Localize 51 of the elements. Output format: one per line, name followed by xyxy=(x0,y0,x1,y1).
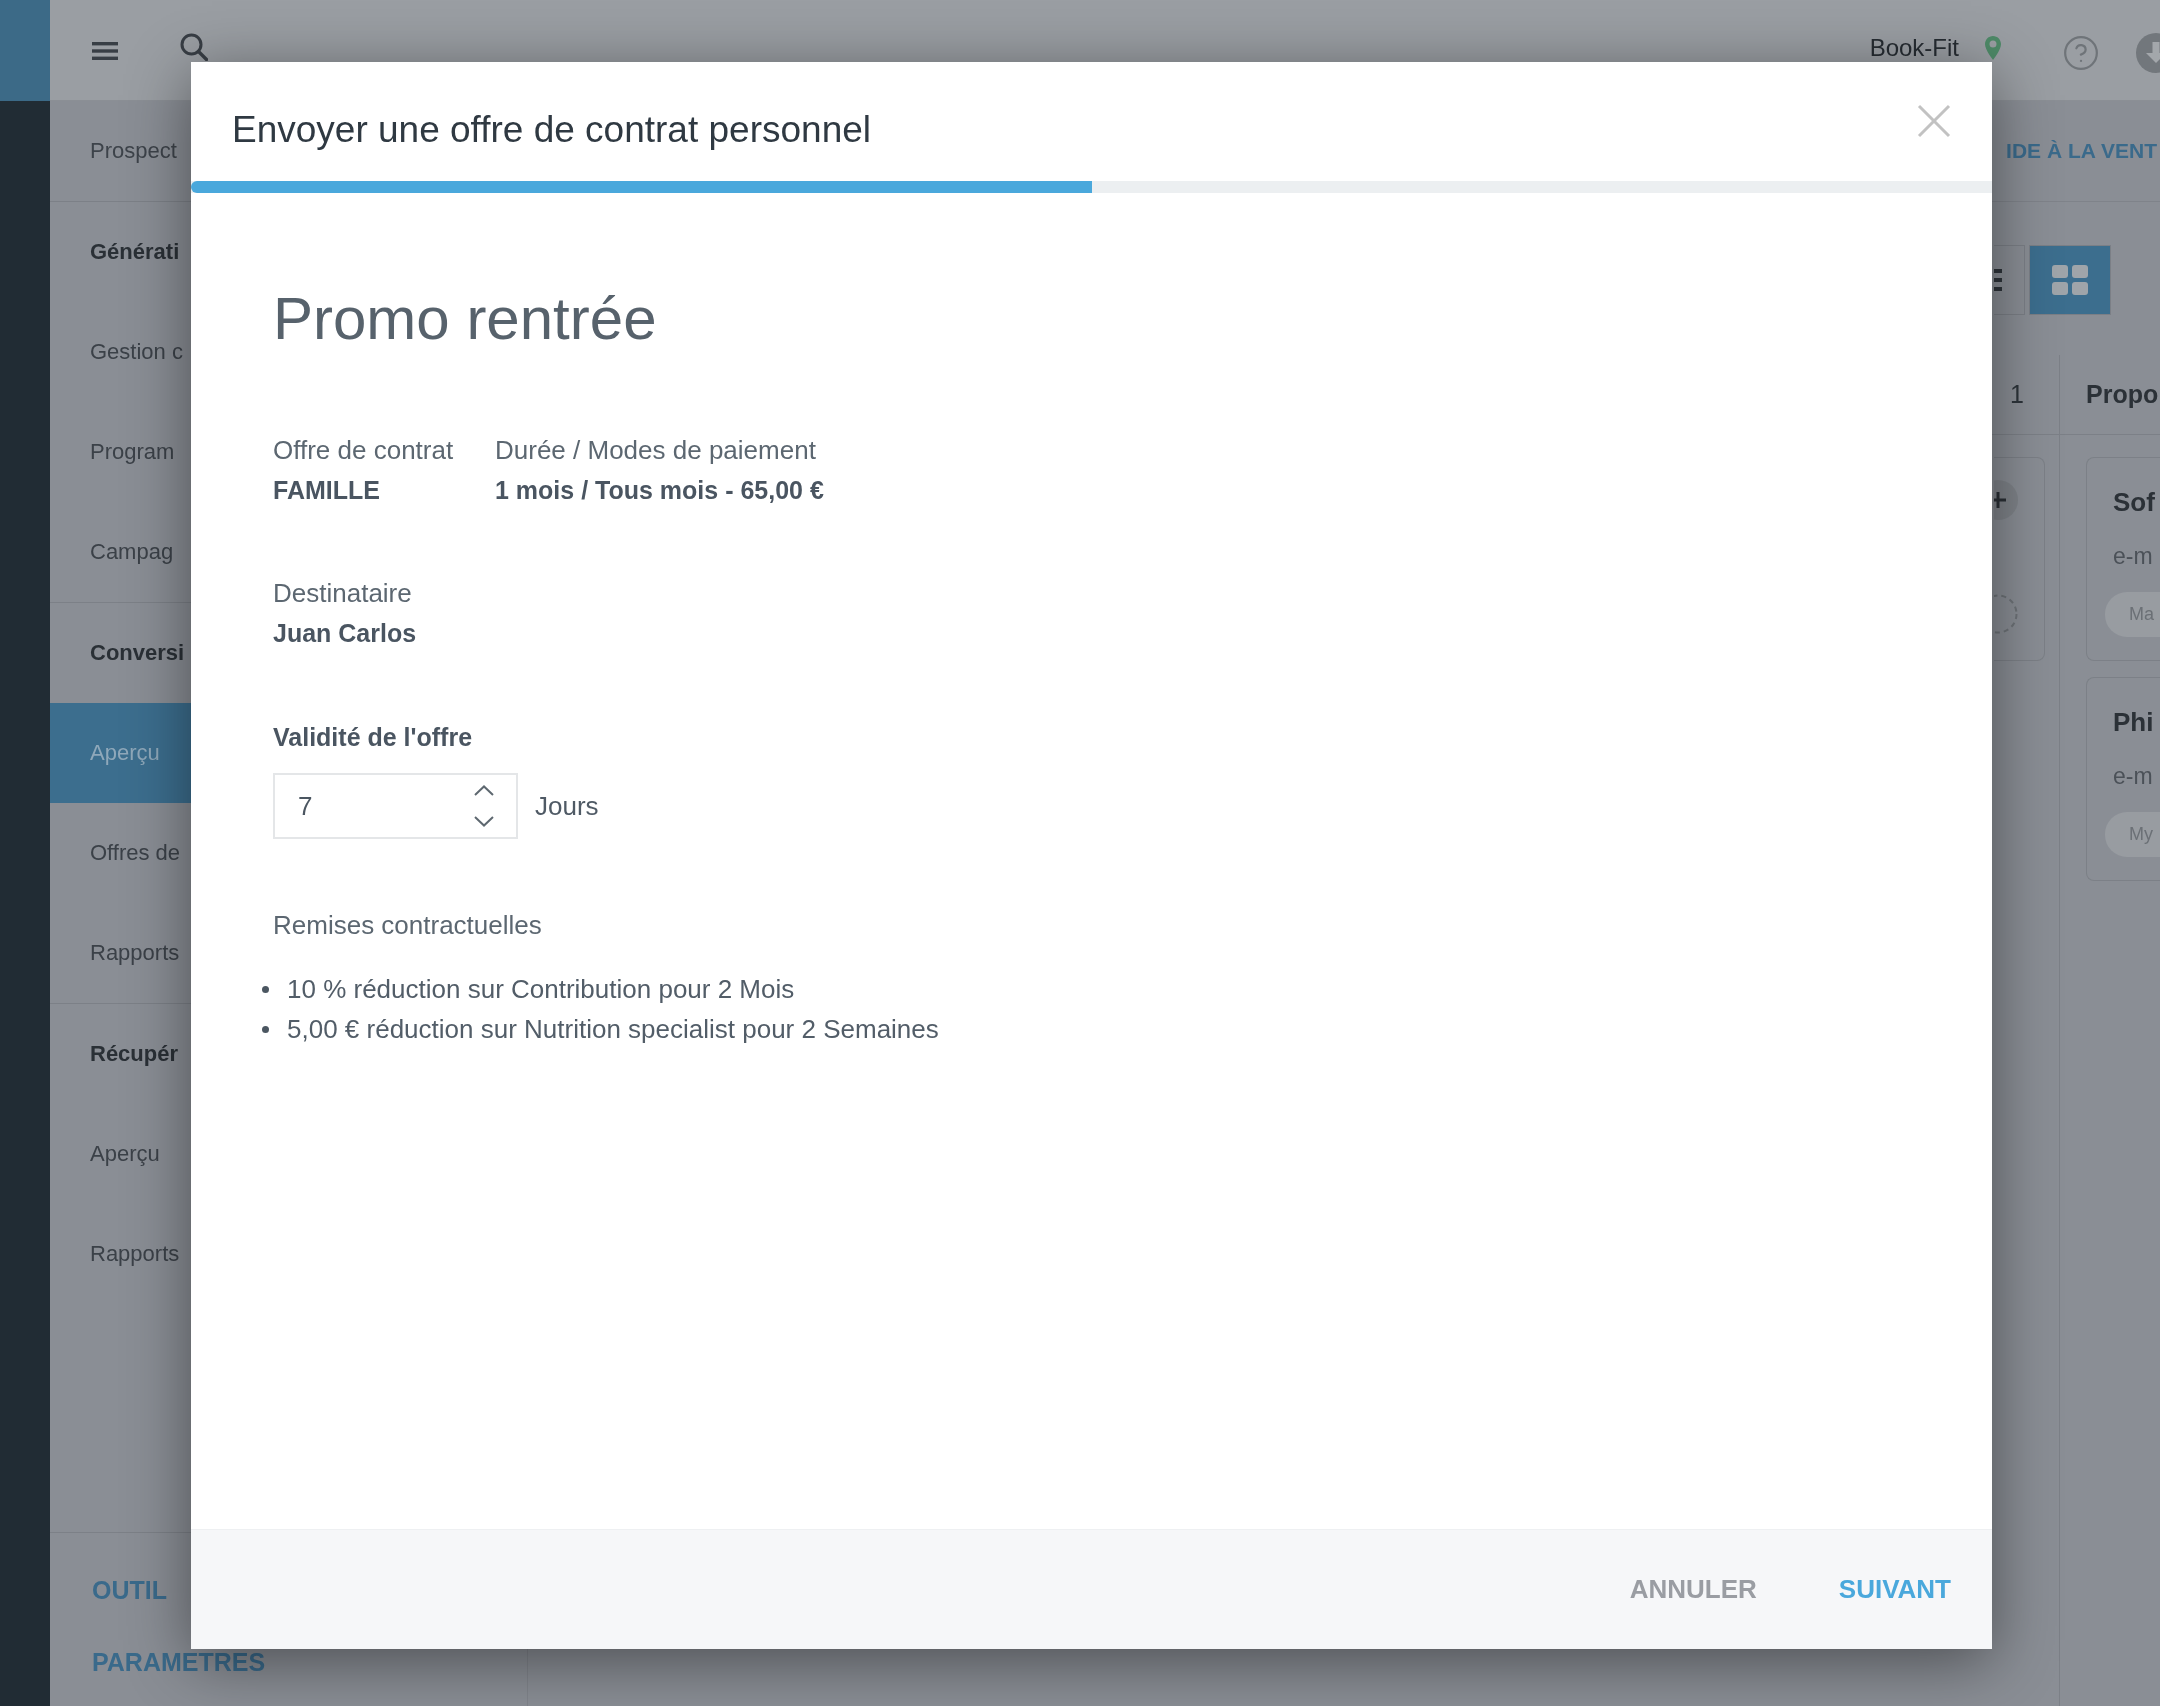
field-value: FAMILLE xyxy=(273,475,380,506)
offer-title: Promo rentrée xyxy=(273,284,657,354)
sidebar-link[interactable]: PARAMETRES xyxy=(92,1647,266,1677)
sidebar-title[interactable]: Prospect xyxy=(90,138,177,164)
card-name: Sof xyxy=(2113,486,2155,518)
sidebar-item[interactable]: Offres de xyxy=(50,803,191,903)
sidebar-item[interactable]: Aperçu xyxy=(50,703,191,803)
map-pin-icon xyxy=(1985,36,2001,60)
sidebar-item[interactable]: Program xyxy=(50,402,191,502)
section-label: Remises contractuelles xyxy=(273,909,542,942)
card-name: Phi xyxy=(2113,706,2154,738)
field-value: Juan Carlos xyxy=(273,618,417,649)
column-count: 1 xyxy=(2010,380,2024,409)
grid-icon xyxy=(2052,265,2088,295)
field-label: Destinataire xyxy=(273,577,412,610)
close-icon xyxy=(1917,104,1951,138)
sidebar-item[interactable]: Campag xyxy=(50,502,191,602)
sidebar-section-title: Générati xyxy=(89,238,181,266)
chevron-up-icon[interactable] xyxy=(474,785,494,796)
field-value: 1 mois / Tous mois - 65,00 € xyxy=(495,475,824,506)
list-view-button[interactable] xyxy=(1994,245,2025,315)
plus-icon[interactable] xyxy=(1994,480,2018,520)
cancel-button[interactable]: ANNULER xyxy=(1629,1574,1757,1605)
unit-label: Jours xyxy=(535,790,599,822)
bullet-icon xyxy=(262,1025,269,1033)
sidebar-link[interactable]: OUTIL xyxy=(92,1575,167,1605)
search-icon[interactable] xyxy=(180,33,208,61)
field-label: Offre de contrat xyxy=(273,434,454,467)
column-title: Propo xyxy=(2086,380,2159,409)
sidebar-item[interactable]: Rapports xyxy=(50,1204,191,1304)
sidebar-item[interactable]: Rapports xyxy=(50,903,191,1003)
menu-icon[interactable] xyxy=(92,42,118,60)
number-input[interactable]: 7 xyxy=(273,773,518,839)
field-label: Durée / Modes de paiement xyxy=(495,434,816,467)
sidebar-item[interactable]: Gestion c xyxy=(50,302,191,402)
sidebar-section-title: Récupér xyxy=(89,1040,180,1068)
dialog-title: Envoyer une offre de contrat personnel xyxy=(232,109,871,151)
discount-item: 5,00 € réduction sur Nutrition specialist pour 2 Semaines xyxy=(287,1013,939,1046)
list-icon xyxy=(1994,269,2002,291)
location-label[interactable]: Book-Fit xyxy=(1869,36,1959,60)
field-label: Validité de l'offre xyxy=(273,722,473,753)
next-button[interactable]: SUIVANT xyxy=(1838,1574,1951,1605)
header-link[interactable]: IDE À LA VENT xyxy=(2006,139,2157,163)
discount-item: 10 % réduction sur Contribution pour 2 Mois xyxy=(287,973,795,1006)
sidebar-section-title: Conversi xyxy=(89,639,186,667)
card-text: e-m xyxy=(2113,762,2153,791)
bullet-icon xyxy=(262,985,269,993)
chevron-down-icon[interactable] xyxy=(474,816,494,827)
grid-view-button[interactable] xyxy=(2029,245,2111,315)
sidebar-item[interactable]: Aperçu xyxy=(50,1104,191,1204)
card-text: e-m xyxy=(2113,542,2153,571)
